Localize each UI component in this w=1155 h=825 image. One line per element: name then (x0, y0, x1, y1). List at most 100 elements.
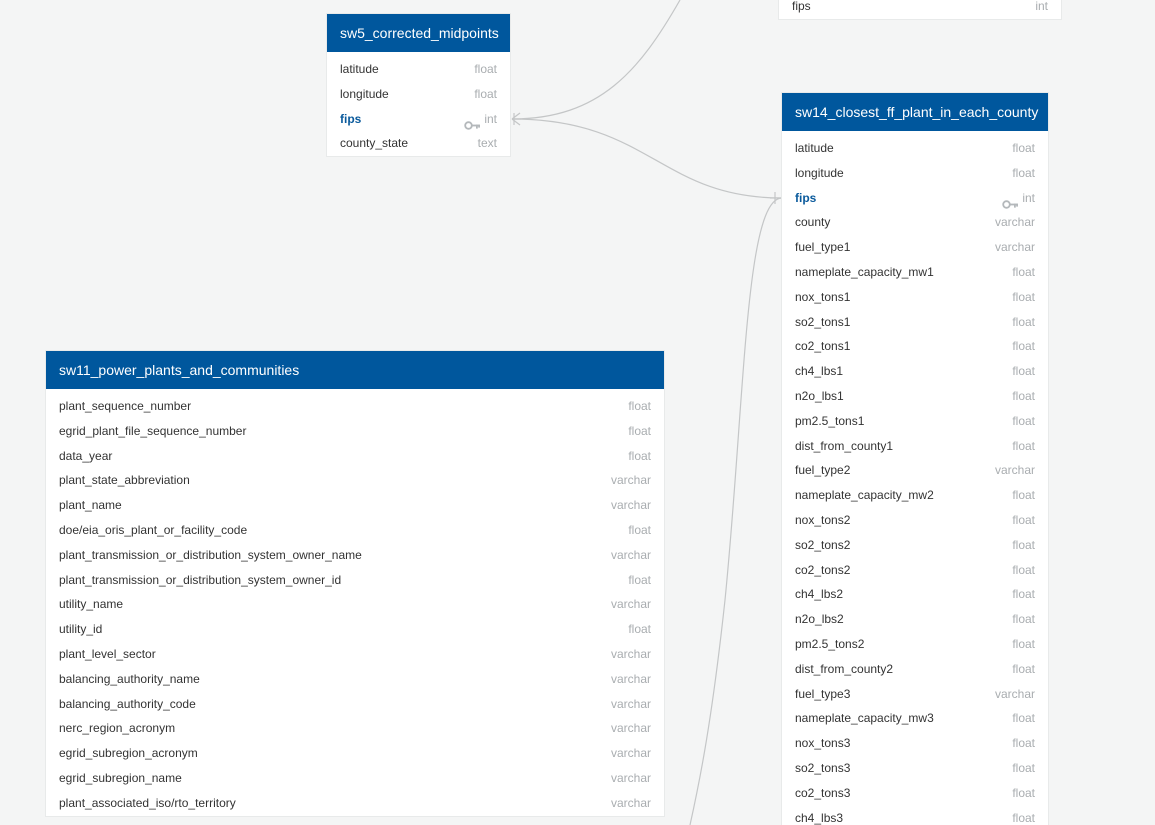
column-type: varchar (995, 458, 1035, 483)
column-name: dist_from_county1 (795, 438, 894, 453)
column-type-label: varchar (610, 646, 651, 661)
table-sw14-closest-ff-plant[interactable]: sw14_closest_ff_plant_in_each_county lat… (782, 93, 1048, 825)
column-type-label: float (628, 522, 651, 537)
table-header[interactable]: sw5_corrected_midpoints (327, 14, 510, 52)
column-type: float (1012, 806, 1035, 825)
column-type: varchar (611, 741, 651, 766)
column-row-so2-tons3[interactable]: so2_tons3 float (782, 756, 1048, 781)
column-row-ch4-lbs1[interactable]: ch4_lbs1 float (782, 359, 1048, 384)
column-type-label: varchar (610, 597, 651, 612)
column-row-plant-associated-iso-rto-territory[interactable]: plant_associated_iso/rto_territory varcha… (46, 791, 664, 816)
column-row-longitude[interactable]: longitude float (782, 161, 1048, 186)
column-row-so2-tons2[interactable]: so2_tons2 float (782, 533, 1048, 558)
column-type-label: float (1012, 165, 1035, 180)
column-type: float (474, 82, 497, 107)
column-row-plant-transmission-or-distribution-system-owner-id[interactable]: plant_transmission_or_distribution_syste… (46, 568, 664, 593)
column-type-label: varchar (610, 746, 651, 761)
column-name: so2_tons1 (795, 314, 851, 329)
column-name: ch4_lbs2 (795, 587, 844, 602)
column-row-ch4-lbs2[interactable]: ch4_lbs2 float (782, 582, 1048, 607)
column-name: egrid_plant_file_sequence_number (59, 423, 247, 438)
column-type: float (628, 419, 651, 444)
column-name: dist_from_county2 (795, 661, 894, 676)
column-row-egrid-plant-file-sequence-number[interactable]: egrid_plant_file_sequence_number float (46, 419, 664, 444)
column-row-fips[interactable]: fips int (782, 186, 1048, 211)
primary-key-icon (1002, 193, 1019, 210)
column-row-longitude[interactable]: longitude float (327, 82, 510, 107)
column-row-fuel-type1[interactable]: fuel_type1 varchar (782, 235, 1048, 260)
column-row-fuel-type3[interactable]: fuel_type3 varchar (782, 682, 1048, 707)
column-name: so2_tons3 (795, 760, 851, 775)
column-type-label: varchar (994, 463, 1035, 478)
column-row-utility-id[interactable]: utility_id float (46, 617, 664, 642)
column-row-nox-tons1[interactable]: nox_tons1 float (782, 285, 1048, 310)
column-name: so2_tons2 (795, 537, 851, 552)
column-row-nameplate-capacity-mw3[interactable]: nameplate_capacity_mw3 float (782, 706, 1048, 731)
column-type-label: float (1012, 314, 1035, 329)
column-name: latitude (795, 141, 834, 155)
column-type-label: float (1012, 785, 1035, 800)
column-type-label: text (477, 136, 497, 151)
column-row-fips[interactable]: fips int (779, 0, 1061, 19)
column-type-label: float (628, 448, 651, 463)
column-row-nameplate-capacity-mw2[interactable]: nameplate_capacity_mw2 float (782, 483, 1048, 508)
column-row-so2-tons1[interactable]: so2_tons1 float (782, 310, 1048, 335)
column-row-dist-from-county2[interactable]: dist_from_county2 float (782, 657, 1048, 682)
column-name: nerc_region_acronym (59, 721, 176, 736)
column-row-plant-sequence-number[interactable]: plant_sequence_number float (46, 394, 664, 419)
column-type: varchar (995, 210, 1035, 235)
column-row-egrid-subregion-name[interactable]: egrid_subregion_name varchar (46, 766, 664, 791)
column-row-plant-name[interactable]: plant_name varchar (46, 493, 664, 518)
column-row-nerc-region-acronym[interactable]: nerc_region_acronym varchar (46, 716, 664, 741)
column-type-label: varchar (610, 795, 651, 810)
column-row-dist-from-county1[interactable]: dist_from_county1 float (782, 434, 1048, 459)
column-row-egrid-subregion-acronym[interactable]: egrid_subregion_acronym varchar (46, 741, 664, 766)
column-type-label: varchar (994, 215, 1035, 230)
column-type: varchar (995, 682, 1035, 707)
column-row-co2-tons3[interactable]: co2_tons3 float (782, 781, 1048, 806)
table-sw5-corrected-midpoints[interactable]: sw5_corrected_midpoints latitude float lon… (327, 14, 510, 157)
column-row-co2-tons1[interactable]: co2_tons1 float (782, 334, 1048, 359)
column-name: fips (792, 0, 811, 13)
column-type: varchar (611, 468, 651, 493)
column-row-county-state[interactable]: county_state text (327, 131, 510, 156)
column-row-pm2-5-tons1[interactable]: pm2.5_tons1 float (782, 409, 1048, 434)
column-row-nox-tons3[interactable]: nox_tons3 float (782, 731, 1048, 756)
column-row-nox-tons2[interactable]: nox_tons2 float (782, 508, 1048, 533)
column-row-latitude[interactable]: latitude float (782, 136, 1048, 161)
column-type-label: varchar (610, 671, 651, 686)
column-row-utility-name[interactable]: utility_name varchar (46, 592, 664, 617)
column-name: fips (340, 111, 362, 126)
column-row-plant-transmission-or-distribution-system-owner-name[interactable]: plant_transmission_or_distribution_syste… (46, 543, 664, 568)
column-row-nameplate-capacity-mw1[interactable]: nameplate_capacity_mw1 float (782, 260, 1048, 285)
column-type: float (1012, 781, 1035, 806)
table-header[interactable]: sw14_closest_ff_plant_in_each_county (782, 93, 1048, 131)
column-row-fuel-type2[interactable]: fuel_type2 varchar (782, 458, 1048, 483)
column-row-n2o-lbs1[interactable]: n2o_lbs1 float (782, 384, 1048, 409)
column-row-plant-state-abbreviation[interactable]: plant_state_abbreviation varchar (46, 468, 664, 493)
relation-line-sw11-to-sw14 (689, 197, 783, 825)
primary-key-icon (464, 114, 481, 131)
table-sw11-power-plants[interactable]: sw11_power_plants_and_communities plant_… (46, 351, 664, 816)
column-row-pm2-5-tons2[interactable]: pm2.5_tons2 float (782, 632, 1048, 657)
column-row-ch4-lbs3[interactable]: ch4_lbs3 float (782, 806, 1048, 825)
column-row-plant-level-sector[interactable]: plant_level_sector varchar (46, 642, 664, 667)
column-row-n2o-lbs2[interactable]: n2o_lbs2 float (782, 607, 1048, 632)
column-type: float (628, 617, 651, 642)
table-header[interactable]: sw11_power_plants_and_communities (46, 351, 664, 389)
column-type: float (1012, 558, 1035, 583)
column-row-balancing-authority-name[interactable]: balancing_authority_name varchar (46, 667, 664, 692)
column-row-balancing-authority-code[interactable]: balancing_authority_code varchar (46, 692, 664, 717)
column-row-data-year[interactable]: data_year float (46, 444, 664, 469)
column-row-latitude[interactable]: latitude float (327, 57, 510, 82)
column-type-label: int (1035, 0, 1048, 13)
diagram-canvas[interactable]: fips int sw5_corrected_midpoints latitude… (0, 0, 1155, 825)
table-top-partial[interactable]: fips int (779, 0, 1061, 19)
column-type: int (1035, 0, 1048, 19)
column-name: egrid_subregion_name (59, 770, 182, 785)
column-type-label: float (1012, 264, 1035, 279)
column-row-county[interactable]: county varchar (782, 210, 1048, 235)
column-row-co2-tons2[interactable]: co2_tons2 float (782, 558, 1048, 583)
column-row-doe-eia-oris-plant-or-facility-code[interactable]: doe/eia_oris_plant_or_facility_code float (46, 518, 664, 543)
column-row-fips[interactable]: fips int (327, 107, 510, 132)
